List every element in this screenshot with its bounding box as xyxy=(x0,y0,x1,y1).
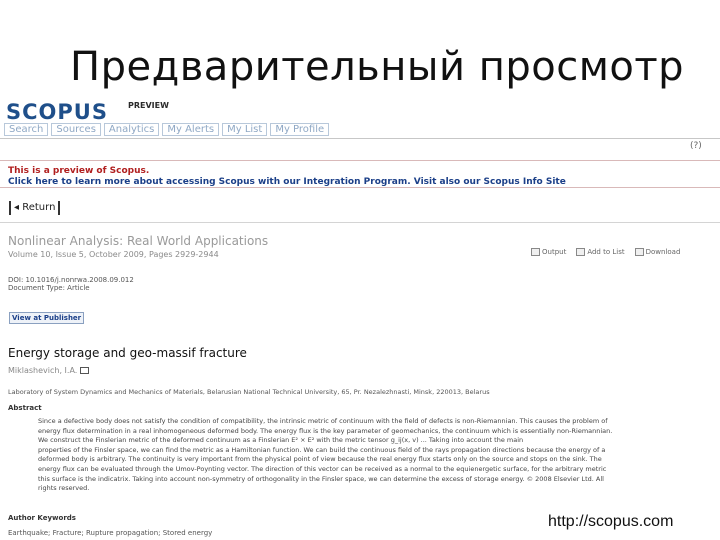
abstract-line: Since a defective body does not satisfy … xyxy=(38,417,608,425)
notice-title: This is a preview of Scopus. xyxy=(8,166,150,176)
notice-link[interactable]: Click here to learn more about accessing… xyxy=(8,177,712,187)
tab-my-profile[interactable]: My Profile xyxy=(270,123,330,136)
article-title: Energy storage and geo-massif fracture xyxy=(8,346,247,360)
nav-divider xyxy=(0,138,720,139)
journal-title[interactable]: Nonlinear Analysis: Real World Applicati… xyxy=(8,234,268,248)
output-icon xyxy=(531,248,540,256)
record-tools: Output Add to List Download xyxy=(531,248,680,256)
help-icon[interactable]: (?) xyxy=(690,141,702,151)
content-divider xyxy=(0,222,720,223)
abstract-heading: Abstract xyxy=(8,404,42,412)
abstract-line: properties of the Finsler space, we can … xyxy=(38,445,606,454)
list-icon xyxy=(576,248,586,256)
tab-search[interactable]: Search xyxy=(4,123,49,136)
keywords: Earthquake; Fracture; Rupture propagatio… xyxy=(8,529,213,537)
tab-my-list[interactable]: My List xyxy=(222,123,268,136)
scopus-screenshot: SCOPUS PREVIEW (?) Search Sources Analyt… xyxy=(0,96,720,540)
email-icon[interactable] xyxy=(80,367,90,374)
preview-notice: This is a preview of Scopus. Click here … xyxy=(0,160,720,188)
affiliation: Laboratory of System Dynamics and Mechan… xyxy=(8,388,490,396)
return-button[interactable]: ◂ Return xyxy=(9,201,61,215)
return-label: Return xyxy=(22,202,56,213)
author-name[interactable]: Miklashevich, I.A. xyxy=(8,366,77,375)
source-url: http://scopus.com xyxy=(548,510,698,534)
keywords-heading: Author Keywords xyxy=(8,514,76,522)
document-type: Document Type: Article xyxy=(8,284,90,292)
tab-my-alerts[interactable]: My Alerts xyxy=(162,123,220,136)
view-at-publisher-button[interactable]: View at Publisher xyxy=(9,312,85,324)
tab-analytics[interactable]: Analytics xyxy=(103,123,160,136)
abstract-text: Since a defective body does not satisfy … xyxy=(38,417,714,494)
abstract-line: energy flux can be evaluated through the… xyxy=(38,464,607,473)
output-button[interactable]: Output xyxy=(531,248,566,256)
author: Miklashevich, I.A. xyxy=(8,366,90,375)
download-button[interactable]: Download xyxy=(634,248,680,256)
volume-info: Volume 10, Issue 5, October 2009, Pages … xyxy=(8,250,219,259)
scopus-logo[interactable]: SCOPUS xyxy=(6,100,108,124)
add-to-list-button[interactable]: Add to List xyxy=(576,248,625,256)
slide-title: Предварительный просмотр xyxy=(70,44,685,90)
back-arrow-icon: ◂ xyxy=(14,202,20,213)
doi-text: DOI: 10.1016/j.nonrwa.2008.09.012 xyxy=(8,276,134,284)
download-icon xyxy=(634,248,644,256)
abstract-line: energy flux determination in a real inho… xyxy=(38,426,613,435)
main-nav: Search Sources Analytics My Alerts My Li… xyxy=(4,123,330,136)
abstract-line: We construct the Finslerian metric of th… xyxy=(38,436,524,445)
abstract-line: deformed body is arbitrary. The continui… xyxy=(38,455,602,464)
preview-label: PREVIEW xyxy=(128,101,169,110)
tab-sources[interactable]: Sources xyxy=(51,123,101,136)
abstract-line: rights reserved. xyxy=(38,484,90,493)
abstract-line: this surface is the indicatrix. Taking i… xyxy=(38,474,604,483)
